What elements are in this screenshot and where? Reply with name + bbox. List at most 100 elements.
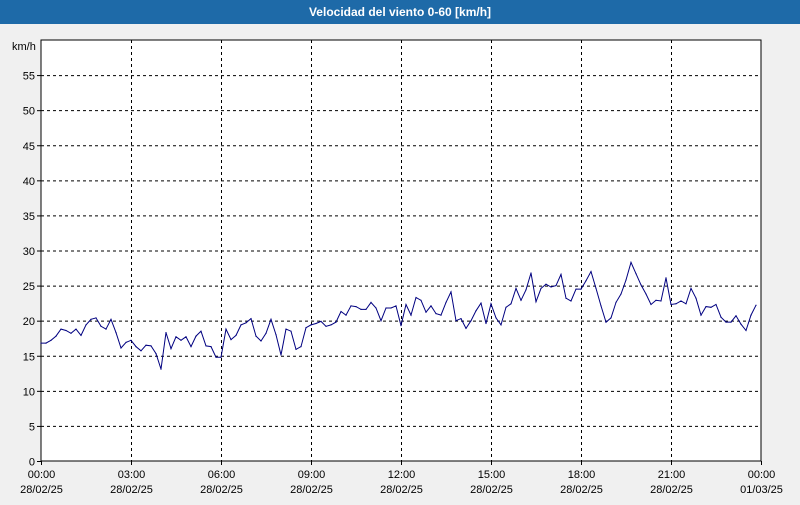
data-point — [410, 314, 412, 316]
y-tick-label: 10 — [23, 386, 35, 398]
data-point — [360, 308, 362, 310]
data-point — [730, 321, 732, 323]
data-point — [600, 305, 602, 307]
x-tick-label-time: 06:00 — [208, 469, 236, 481]
data-point — [735, 315, 737, 317]
data-point — [425, 311, 427, 313]
data-point — [690, 287, 692, 289]
data-point — [160, 368, 162, 370]
data-point — [620, 293, 622, 295]
data-point — [100, 325, 102, 327]
data-point — [475, 310, 477, 312]
data-point — [565, 297, 567, 299]
data-point — [635, 273, 637, 275]
data-point — [280, 354, 282, 356]
data-point — [85, 324, 87, 326]
y-axis-label: km/h — [12, 41, 36, 53]
data-point — [680, 300, 682, 302]
data-point — [515, 287, 517, 289]
data-point — [485, 322, 487, 325]
y-tick-label: 40 — [23, 176, 35, 188]
data-point — [460, 318, 462, 320]
data-point — [405, 303, 407, 306]
data-point — [270, 318, 272, 320]
data-point — [395, 305, 397, 307]
data-point — [560, 273, 562, 275]
data-point — [325, 325, 327, 327]
data-point — [750, 314, 752, 316]
data-point — [645, 293, 647, 295]
y-tick-label: 25 — [23, 281, 35, 293]
data-point — [625, 279, 627, 281]
data-point — [330, 324, 332, 326]
data-point — [495, 317, 497, 319]
data-point — [350, 305, 352, 307]
data-point — [145, 344, 147, 346]
data-point — [240, 324, 242, 326]
x-tick-label-time: 09:00 — [298, 469, 326, 481]
data-point — [305, 327, 307, 329]
data-point — [450, 291, 452, 293]
data-point — [605, 321, 607, 323]
data-point — [455, 320, 457, 322]
data-point — [550, 286, 552, 288]
data-point — [310, 324, 312, 326]
data-point — [50, 339, 52, 341]
data-point — [245, 322, 247, 324]
data-point — [570, 300, 572, 302]
data-point — [215, 356, 217, 358]
y-tick-label: 5 — [29, 421, 35, 433]
x-tick-label-date: 28/02/25 — [560, 484, 603, 496]
data-point — [615, 301, 617, 303]
data-point — [480, 302, 482, 304]
data-point — [500, 324, 502, 326]
y-tick-label: 30 — [23, 246, 35, 258]
data-point — [130, 339, 132, 341]
data-point — [210, 346, 212, 348]
data-point — [685, 303, 687, 305]
data-point — [95, 317, 97, 319]
x-tick-label-date: 28/02/25 — [380, 484, 423, 496]
data-point — [355, 306, 357, 308]
data-point — [715, 303, 717, 306]
data-point — [110, 318, 112, 320]
data-point — [55, 335, 57, 337]
data-point — [445, 301, 447, 303]
data-point — [520, 299, 522, 301]
chart-area: 0 5 10 15 20 25 30 35 40 45 50 55 00:00 28/02/25 03:00… — [0, 24, 800, 500]
data-point — [315, 322, 317, 325]
x-tick-label-date: 28/02/25 — [650, 484, 693, 496]
data-point — [120, 347, 122, 349]
data-point — [275, 334, 277, 336]
x-tick-label-time: 03:00 — [118, 469, 146, 481]
data-point — [430, 305, 432, 307]
data-point — [185, 336, 187, 338]
data-point — [655, 299, 657, 301]
data-point — [65, 329, 67, 332]
x-tick-label-date: 28/02/25 — [110, 484, 153, 496]
chart-title: Velocidad del viento 0-60 [km/h] — [0, 0, 800, 24]
data-point — [60, 328, 62, 330]
data-point — [505, 306, 507, 308]
data-point — [180, 339, 182, 341]
data-point — [320, 320, 322, 322]
data-point — [80, 334, 82, 336]
x-tick-label-time: 21:00 — [658, 469, 686, 481]
data-point — [140, 350, 142, 352]
data-point — [295, 348, 297, 350]
data-point — [580, 288, 582, 290]
data-point — [90, 318, 92, 320]
data-point — [575, 288, 577, 290]
data-point — [710, 306, 712, 308]
data-point — [640, 284, 642, 286]
data-point — [535, 301, 537, 303]
y-tick-label: 45 — [23, 141, 35, 153]
data-point — [260, 340, 262, 342]
data-point — [705, 306, 707, 308]
data-point — [175, 336, 177, 338]
data-point — [220, 356, 222, 358]
data-point — [610, 317, 612, 319]
data-point — [70, 332, 72, 334]
data-point — [135, 346, 137, 348]
y-tick-label: 20 — [23, 316, 35, 328]
